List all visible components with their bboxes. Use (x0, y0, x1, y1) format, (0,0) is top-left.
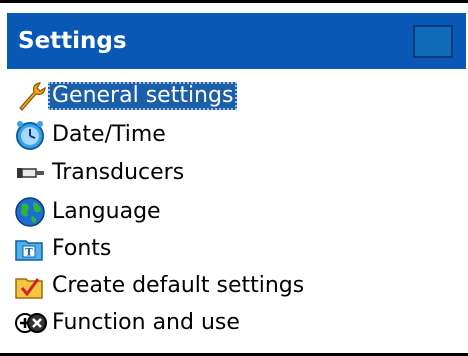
globe-icon (15, 197, 45, 227)
menu-item-label: Create default settings (52, 273, 305, 298)
function-icon (15, 313, 47, 333)
menu-item-create-default-settings[interactable]: Create default settings (14, 268, 308, 304)
menu-item-language[interactable]: Language (14, 194, 165, 230)
menu-item-function-and-use[interactable]: Function and use (14, 305, 244, 341)
menu-item-transducers[interactable]: Transducers (14, 155, 188, 191)
menu-item-label: Fonts (52, 236, 112, 261)
menu-item-label: General settings (48, 82, 238, 110)
menu-item-label: Function and use (52, 310, 240, 335)
settings-window: Settings General settings Date/Time Tran… (0, 0, 468, 356)
window-title: Settings (18, 28, 127, 54)
clock-icon (16, 121, 44, 150)
font-folder-icon: T (15, 240, 43, 261)
svg-text:T: T (25, 248, 33, 259)
transducer-icon (17, 168, 44, 178)
menu-item-general-settings[interactable]: General settings (14, 78, 238, 114)
title-bar: Settings (7, 13, 466, 69)
menu-item-label: Transducers (52, 160, 185, 185)
window-button[interactable] (413, 25, 453, 58)
wrench-icon (19, 82, 46, 111)
menu-item-label: Date/Time (52, 122, 166, 147)
menu-item-label: Language (52, 199, 161, 224)
menu-item-date-time[interactable]: Date/Time (14, 117, 170, 153)
checkbox-folder-icon (15, 278, 43, 299)
menu-item-fonts[interactable]: T Fonts (14, 231, 115, 267)
